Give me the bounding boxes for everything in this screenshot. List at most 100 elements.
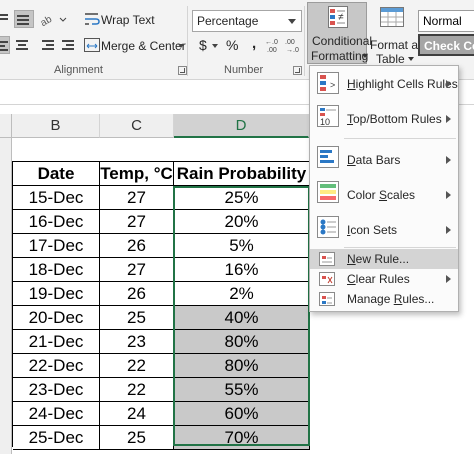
- column-header-b[interactable]: B: [12, 114, 100, 138]
- fat-dropdown-icon: [408, 57, 414, 61]
- cell-rain[interactable]: 25%: [174, 186, 310, 210]
- cell-temp[interactable]: 27: [100, 210, 174, 234]
- menu-separator: [344, 247, 456, 248]
- cell-temp[interactable]: 26: [100, 234, 174, 258]
- highlight-gt-glyph: >: [330, 80, 336, 90]
- merge-center-button[interactable]: Merge & Center: [101, 39, 186, 53]
- menu-label-color-scales: Color Scales: [347, 188, 416, 202]
- cell-temp[interactable]: 22: [100, 378, 174, 402]
- ribbon-separator: [304, 6, 305, 76]
- menu-item-top-bottom-rules[interactable]: 10 Top/Bottom Rules: [310, 101, 458, 135]
- cell-date[interactable]: 17-Dec: [13, 234, 100, 258]
- fat-label-line2: Table: [376, 52, 405, 66]
- conditional-formatting-menu: > Highlight Cells Rules 10 Top/Bottom Ru…: [309, 65, 459, 312]
- cell-temp[interactable]: 23: [100, 330, 174, 354]
- cell-date[interactable]: 23-Dec: [13, 378, 100, 402]
- column-header-d[interactable]: D: [174, 114, 309, 138]
- menu-label-data-bars: Data Bars: [347, 153, 401, 167]
- style-normal[interactable]: Normal: [418, 10, 474, 32]
- align-middle-icon[interactable]: [14, 10, 34, 28]
- cell-rain[interactable]: 2%: [174, 282, 310, 306]
- alignment-launcher-icon[interactable]: [178, 66, 187, 75]
- header-temp[interactable]: Temp, °C: [100, 162, 174, 186]
- percent-button[interactable]: %: [226, 38, 238, 52]
- cell-temp[interactable]: 25: [100, 306, 174, 330]
- svg-text:.00: .00: [285, 39, 295, 46]
- cell-temp[interactable]: 24: [100, 402, 174, 426]
- cell-rain[interactable]: 80%: [174, 330, 310, 354]
- currency-dropdown-icon[interactable]: [212, 44, 218, 48]
- align-top-icon[interactable]: [0, 12, 10, 26]
- cell-date[interactable]: 16-Dec: [13, 210, 100, 234]
- cell-rain[interactable]: 55%: [174, 378, 310, 402]
- decrease-decimal-icon[interactable]: .00 →.0: [285, 37, 301, 54]
- format-as-table-button[interactable]: Format as Table: [370, 2, 424, 66]
- cell-date[interactable]: 18-Dec: [13, 258, 100, 282]
- orientation-icon[interactable]: ab: [38, 12, 67, 29]
- color-scales-icon: [317, 181, 339, 203]
- menu-item-manage-rules[interactable]: Manage Rules...: [310, 289, 458, 309]
- cell-rain[interactable]: 60%: [174, 402, 310, 426]
- column-header-c[interactable]: C: [100, 114, 174, 138]
- cell-rain[interactable]: 16%: [174, 258, 310, 282]
- align-center-icon[interactable]: [14, 38, 30, 52]
- menu-label-top-bottom-rules: Top/Bottom Rules: [347, 112, 442, 126]
- cf-label-line2: Formatting: [311, 49, 369, 63]
- submenu-arrow-icon: [446, 191, 451, 199]
- comma-button[interactable]: ,: [252, 36, 256, 51]
- menu-item-data-bars[interactable]: Data Bars: [310, 142, 458, 176]
- cell-temp[interactable]: 25: [100, 426, 174, 450]
- cell-date[interactable]: 15-Dec: [13, 186, 100, 210]
- merge-dropdown-icon[interactable]: [178, 44, 184, 48]
- cell-rain[interactable]: 20%: [174, 210, 310, 234]
- menu-item-highlight-cells-rules[interactable]: > Highlight Cells Rules: [310, 68, 458, 98]
- cell-temp[interactable]: 27: [100, 258, 174, 282]
- menu-label-manage-rules: Manage Rules...: [347, 292, 435, 306]
- align-left-icon[interactable]: [0, 36, 10, 54]
- cell-date[interactable]: 20-Dec: [13, 306, 100, 330]
- cell-date[interactable]: 24-Dec: [13, 402, 100, 426]
- style-check-cell[interactable]: Check Cell: [418, 34, 474, 56]
- top-bottom-10-glyph: 10: [320, 117, 331, 127]
- alignment-group-label: Alignment: [54, 64, 103, 76]
- cell-temp[interactable]: 22: [100, 354, 174, 378]
- merge-center-icon: [84, 38, 100, 52]
- number-format-select[interactable]: Percentage: [192, 10, 302, 32]
- svg-text:.00: .00: [267, 47, 277, 53]
- number-format-value: Percentage: [197, 14, 259, 28]
- new-rule-icon: [319, 252, 335, 266]
- highlight-cells-rules-icon: >: [317, 72, 339, 94]
- icon-sets-icon: [317, 216, 339, 238]
- menu-item-new-rule[interactable]: New Rule...: [310, 249, 458, 269]
- number-group-label: Number: [224, 64, 264, 76]
- header-date[interactable]: Date: [13, 162, 100, 186]
- cell-temp[interactable]: 26: [100, 282, 174, 306]
- cell-rain[interactable]: 40%: [174, 306, 310, 330]
- currency-button[interactable]: $: [199, 38, 207, 52]
- clear-rules-icon: [319, 272, 335, 286]
- wrap-text-icon: [84, 12, 100, 26]
- number-launcher-icon[interactable]: [293, 66, 302, 75]
- submenu-arrow-icon: [446, 226, 451, 234]
- cf-label-line1: Conditional: [312, 34, 373, 48]
- decrease-indent-icon[interactable]: [40, 38, 56, 52]
- header-rain[interactable]: Rain Probability: [174, 162, 310, 186]
- cell-date[interactable]: 25-Dec: [13, 426, 100, 450]
- menu-item-color-scales[interactable]: Color Scales: [310, 176, 458, 212]
- menu-label-icon-sets: Icon Sets: [347, 223, 398, 237]
- increase-indent-icon[interactable]: [60, 38, 76, 52]
- conditional-formatting-button[interactable]: ≠ Conditional Formatting: [307, 2, 372, 64]
- increase-decimal-icon[interactable]: ←.0.00: [265, 37, 281, 54]
- menu-item-clear-rules[interactable]: Clear Rules: [310, 269, 458, 289]
- cell-rain[interactable]: 5%: [174, 234, 310, 258]
- cell-date[interactable]: 22-Dec: [13, 354, 100, 378]
- menu-item-icon-sets[interactable]: Icon Sets: [310, 212, 458, 246]
- wrap-text-button[interactable]: Wrap Text: [101, 13, 155, 27]
- fat-label-line1: Format as: [370, 38, 425, 52]
- select-all-corner[interactable]: [0, 114, 12, 138]
- cell-rain[interactable]: 80%: [174, 354, 310, 378]
- cell-date[interactable]: 19-Dec: [13, 282, 100, 306]
- cell-date[interactable]: 21-Dec: [13, 330, 100, 354]
- cell-rain[interactable]: 70%: [174, 426, 310, 450]
- cell-temp[interactable]: 27: [100, 186, 174, 210]
